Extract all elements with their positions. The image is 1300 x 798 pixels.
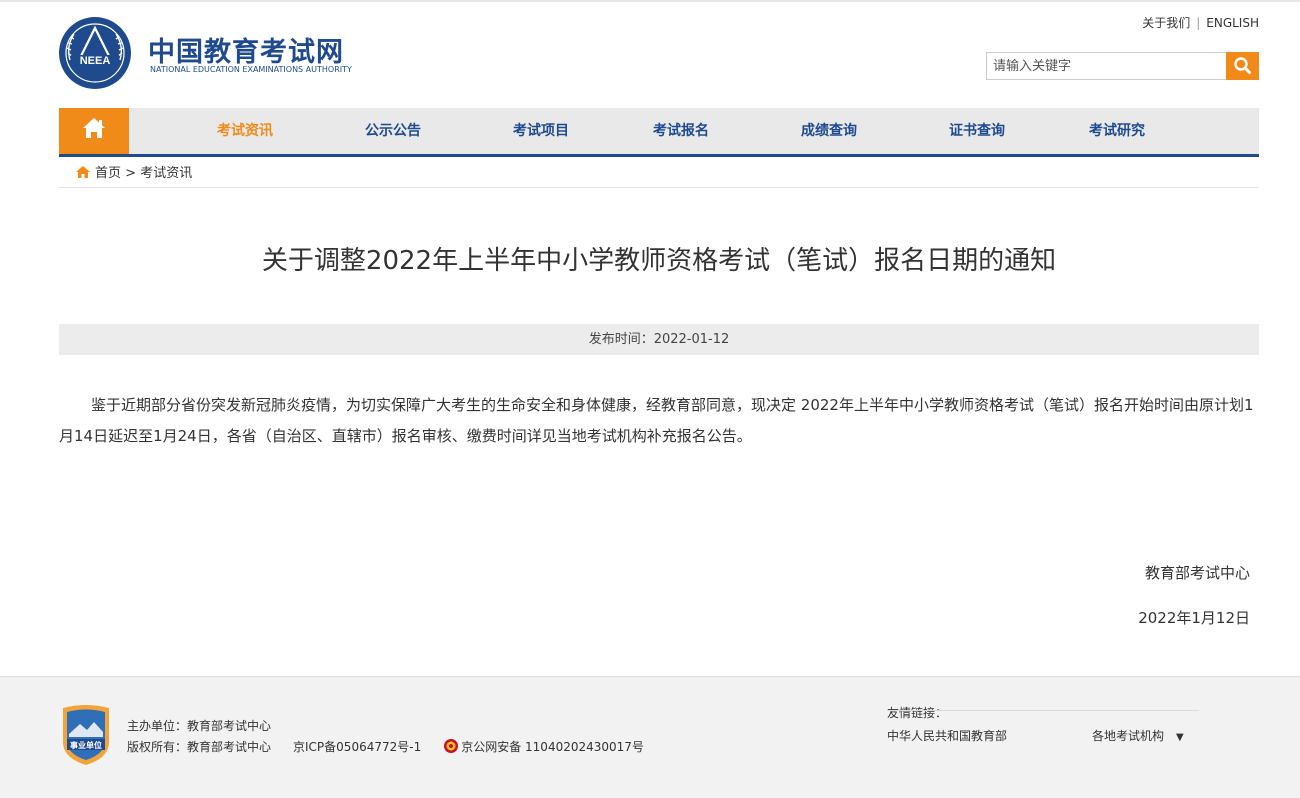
- badge-text: 事业单位: [70, 740, 102, 750]
- english-link[interactable]: ENGLISH: [1206, 16, 1259, 30]
- public-institution-badge[interactable]: 事业单位: [60, 704, 112, 766]
- article-date: 2022年1月12日: [1138, 609, 1250, 627]
- top-links: 关于我们 | ENGLISH: [1142, 14, 1259, 31]
- footer-police-link[interactable]: 京公网安备 11040202430017号: [461, 740, 644, 754]
- logo-text: NEEA: [80, 55, 111, 67]
- nav-item-announcements[interactable]: 公示公告: [365, 108, 421, 154]
- footer: 事业单位 主办单位：教育部考试中心 版权所有：教育部考试中心 京ICP备05064…: [0, 676, 1300, 798]
- footer-icp-link[interactable]: 京ICP备05064772号-1: [293, 740, 421, 754]
- exam-agencies-label: 各地考试机构: [1092, 729, 1165, 743]
- breadcrumb-current[interactable]: 考试资讯: [140, 166, 192, 181]
- nav-home-button[interactable]: [59, 108, 129, 154]
- search-icon: [1234, 57, 1251, 74]
- exam-agencies-dropdown[interactable]: 各地考试机构 ▼: [1092, 727, 1184, 744]
- nav-item-exam-projects[interactable]: 考试项目: [513, 108, 569, 154]
- breadcrumb: 首页 > 考试资讯: [75, 162, 192, 181]
- home-icon: [83, 118, 105, 138]
- friend-links-title: 友情链接：: [887, 706, 948, 720]
- nav-item-exam-research[interactable]: 考试研究: [1089, 108, 1145, 154]
- neea-logo[interactable]: NEEA: [58, 16, 132, 90]
- breadcrumb-divider: [59, 187, 1259, 188]
- nav-item-registration[interactable]: 考试报名: [653, 108, 709, 154]
- brand-title[interactable]: 中国教育考试网: [148, 30, 344, 69]
- nav-item-exam-news[interactable]: 考试资讯: [217, 108, 273, 154]
- article-signature: 教育部考试中心: [1144, 564, 1250, 582]
- breadcrumb-separator: >: [125, 166, 137, 181]
- footer-host: 主办单位：教育部考试中心: [127, 719, 272, 733]
- about-link[interactable]: 关于我们: [1142, 16, 1190, 30]
- top-border: [0, 0, 1300, 2]
- nav-item-score-query[interactable]: 成绩查询: [801, 108, 857, 154]
- friend-link-moe[interactable]: 中华人民共和国教育部: [887, 727, 1007, 744]
- publish-date: 发布时间：2022-01-12: [59, 324, 1259, 355]
- breadcrumb-home[interactable]: 首页: [95, 166, 121, 181]
- search-box: [986, 52, 1259, 80]
- brand-subtitle: NATIONAL EDUCATION EXAMINATIONS AUTHORIT…: [150, 65, 352, 74]
- friend-links-divider: [887, 710, 1199, 711]
- footer-meta: 版权所有：教育部考试中心 京ICP备05064772号-1 京公网安备 11040…: [127, 738, 644, 755]
- link-separator: |: [1196, 16, 1201, 30]
- dropdown-arrow-icon: ▼: [1176, 732, 1184, 743]
- main-nav: 考试资讯 公示公告 考试项目 考试报名 成绩查询 证书查询 考试研究: [59, 108, 1259, 157]
- home-icon: [76, 166, 90, 178]
- footer-copyright: 版权所有：教育部考试中心: [127, 740, 272, 754]
- article-body: 鉴于近期部分省份突发新冠肺炎疫情，为切实保障广大考生的生命安全和身体健康，经教育…: [59, 396, 1254, 445]
- search-button[interactable]: [1226, 52, 1259, 80]
- article-title: 关于调整2022年上半年中小学教师资格考试（笔试）报名日期的通知: [261, 246, 1057, 276]
- nav-item-certificate-query[interactable]: 证书查询: [949, 108, 1005, 154]
- police-badge-icon: [444, 739, 459, 753]
- search-input[interactable]: [986, 52, 1226, 80]
